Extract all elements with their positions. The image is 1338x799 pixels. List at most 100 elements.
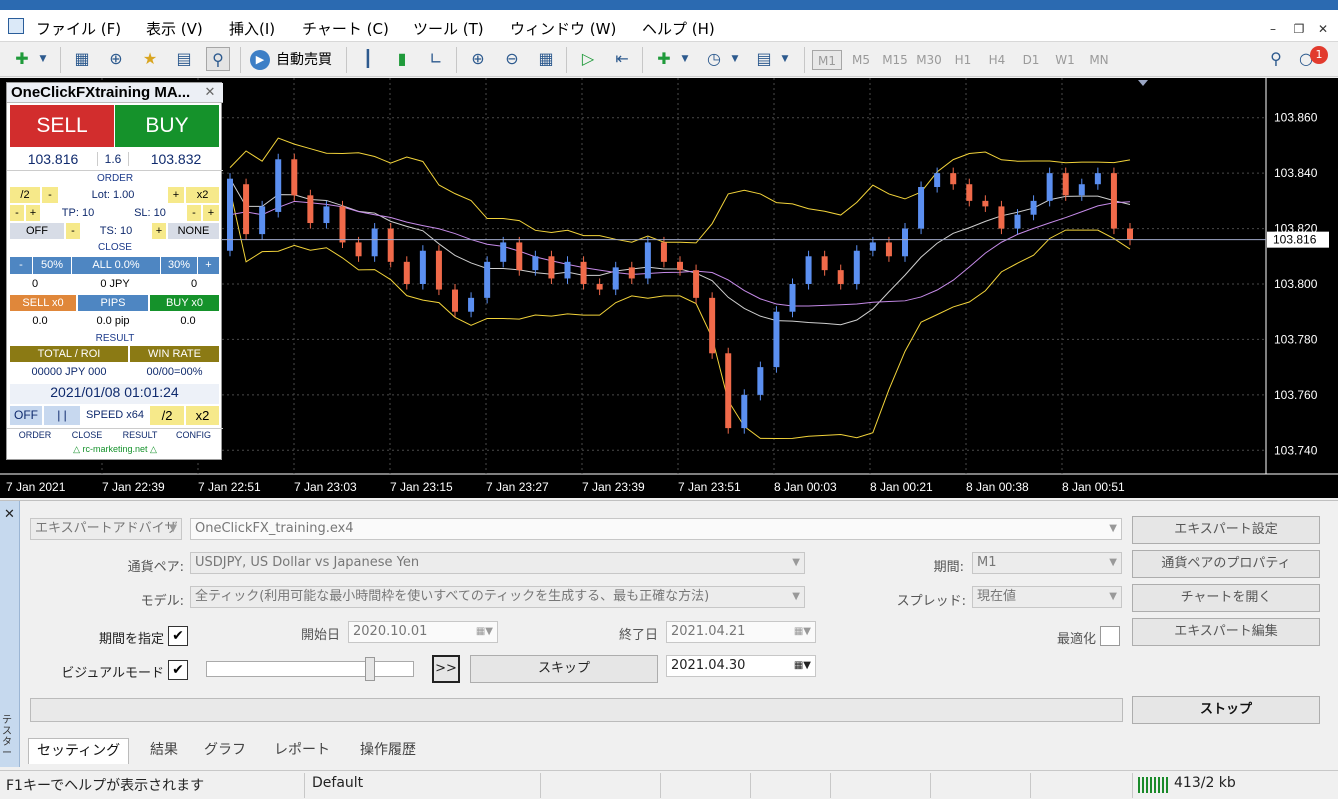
indicators-icon[interactable]: ✚ <box>652 47 676 71</box>
ts-off-button[interactable]: OFF <box>10 223 64 239</box>
nav-order-tab[interactable]: ORDER <box>10 430 60 440</box>
lot-double-button[interactable]: x2 <box>186 187 219 203</box>
menu-help[interactable]: ヘルプ (H) <box>642 18 715 39</box>
lot-half-button[interactable]: /2 <box>10 187 40 203</box>
pause-button[interactable]: | | <box>44 406 80 425</box>
menu-file[interactable]: ファイル (F) <box>36 18 121 39</box>
timeframe-w1[interactable]: W1 <box>1050 50 1080 70</box>
menu-window[interactable]: ウィンドウ (W) <box>510 18 616 39</box>
timeframe-h4[interactable]: H4 <box>982 50 1012 70</box>
timeframe-m1[interactable]: M1 <box>812 50 842 70</box>
optimize-checkbox[interactable] <box>1100 626 1120 646</box>
open-chart-button[interactable]: チャートを開く <box>1132 584 1320 612</box>
skip-to-date-input[interactable]: 2021.04.30 ▦▼ <box>666 655 816 677</box>
menu-tools[interactable]: ツール (T) <box>413 18 484 39</box>
timeframe-mn[interactable]: MN <box>1084 50 1114 70</box>
chevron-down-icon[interactable]: ▼ <box>778 47 792 71</box>
periods-icon[interactable]: ◷ <box>702 47 726 71</box>
edit-expert-button[interactable]: エキスパート編集 <box>1132 618 1320 646</box>
sell-button[interactable]: SELL <box>10 105 114 147</box>
pips-button[interactable]: PIPS <box>78 295 148 311</box>
crosshair-icon[interactable]: ⊕ <box>104 47 128 71</box>
tab-settings[interactable]: セッティング <box>28 738 130 764</box>
sl-plus-button[interactable]: + <box>203 205 219 221</box>
zoom-out-icon[interactable]: ⊖ <box>500 47 524 71</box>
menu-insert[interactable]: 挿入(I) <box>229 18 275 39</box>
speed-off-button[interactable]: OFF <box>10 406 42 425</box>
chart-shift-icon[interactable]: ⇤ <box>610 47 634 71</box>
timeframe-h1[interactable]: H1 <box>948 50 978 70</box>
symbol-properties-button[interactable]: 通貨ペアのプロパティ <box>1132 550 1320 578</box>
tp-minus-button[interactable]: - <box>10 205 24 221</box>
new-order-icon[interactable]: ✚ <box>10 47 34 71</box>
timeframe-m5[interactable]: M5 <box>846 50 876 70</box>
model-select[interactable]: 全ティック(利用可能な最小時間枠を使いすべてのティックを生成する、最も正確な方法… <box>190 586 805 608</box>
close-50-button[interactable]: 50% <box>33 257 71 274</box>
tab-journal[interactable]: 操作履歴 <box>352 738 424 764</box>
skip-button[interactable]: スキップ <box>470 655 658 683</box>
chevron-down-icon[interactable]: ▼ <box>678 47 692 71</box>
buy-button[interactable]: BUY <box>115 105 219 147</box>
timeframe-m15[interactable]: M15 <box>880 50 910 70</box>
close-icon[interactable]: ✕ <box>1312 20 1334 38</box>
tab-results[interactable]: 結果 <box>142 738 186 764</box>
templates-icon[interactable]: ▤ <box>752 47 776 71</box>
stop-button[interactable]: ストップ <box>1132 696 1320 724</box>
tp-plus-button[interactable]: + <box>26 205 40 221</box>
close-minus-button[interactable]: - <box>10 257 32 274</box>
use-date-checkbox[interactable]: ✔ <box>168 626 188 646</box>
expert-settings-button[interactable]: エキスパート設定 <box>1132 516 1320 544</box>
minimize-icon[interactable]: – <box>1262 20 1284 38</box>
expert-select[interactable]: OneClickFX_training.ex4 ▼ <box>190 518 1122 540</box>
nav-result-tab[interactable]: RESULT <box>114 430 166 440</box>
strategy-tester-icon[interactable]: ⚲ <box>206 47 230 71</box>
ts-none-button[interactable]: NONE <box>168 223 219 239</box>
period-select[interactable]: M1 ▼ <box>972 552 1122 574</box>
restore-icon[interactable]: ❐ <box>1288 20 1310 38</box>
lot-plus-button[interactable]: + <box>168 187 184 203</box>
ts-minus-button[interactable]: - <box>66 223 80 239</box>
end-date-input[interactable]: 2021.04.21 ▦▼ <box>666 621 816 643</box>
zoom-in-icon[interactable]: ⊕ <box>466 47 490 71</box>
bar-chart-icon[interactable]: ┃ <box>356 47 380 71</box>
type-select[interactable]: エキスパートアドバイザ ▼ <box>30 518 182 540</box>
tab-report[interactable]: レポート <box>266 738 338 764</box>
auto-scroll-icon[interactable]: ▷ <box>576 47 600 71</box>
start-date-input[interactable]: 2020.10.01 ▦▼ <box>348 621 498 643</box>
speed-double-button[interactable]: x2 <box>186 406 219 425</box>
speed-slider[interactable] <box>206 657 414 681</box>
menu-view[interactable]: 表示 (V) <box>146 18 203 39</box>
lot-minus-button[interactable]: - <box>42 187 58 203</box>
timeframe-m30[interactable]: M30 <box>914 50 944 70</box>
chevron-down-icon[interactable]: ▼ <box>36 47 50 71</box>
navigator-icon[interactable]: ▤ <box>172 47 196 71</box>
tab-graph[interactable]: グラフ <box>196 738 254 764</box>
notification-badge[interactable]: 1 <box>1310 46 1328 64</box>
close-plus-button[interactable]: + <box>198 257 219 274</box>
nav-config-tab[interactable]: CONFIG <box>168 430 219 440</box>
spread-select[interactable]: 現在値 ▼ <box>972 586 1122 608</box>
close-all-button[interactable]: ALL 0.0% <box>72 257 160 274</box>
close-30-button[interactable]: 30% <box>161 257 197 274</box>
fast-forward-button[interactable]: >> <box>432 655 460 683</box>
tester-close-icon[interactable]: ✕ <box>4 507 15 522</box>
panel-close-icon[interactable]: ✕ <box>201 84 219 100</box>
sl-minus-button[interactable]: - <box>187 205 201 221</box>
tile-windows-icon[interactable]: ▦ <box>534 47 558 71</box>
line-chart-icon[interactable]: ∟ <box>424 47 448 71</box>
speed-half-button[interactable]: /2 <box>150 406 184 425</box>
sell-positions-button[interactable]: SELL x0 <box>10 295 76 311</box>
auto-trading-button[interactable]: ▶ 自動売買 <box>250 47 332 73</box>
favorites-icon[interactable]: ★ <box>138 47 162 71</box>
nav-close-tab[interactable]: CLOSE <box>62 430 112 440</box>
ts-plus-button[interactable]: + <box>152 223 166 239</box>
candlestick-icon[interactable]: ▮ <box>390 47 414 71</box>
search-icon[interactable]: ⚲ <box>1264 47 1288 71</box>
timeframe-d1[interactable]: D1 <box>1016 50 1046 70</box>
buy-positions-button[interactable]: BUY x0 <box>150 295 219 311</box>
menu-chart[interactable]: チャート (C) <box>302 18 389 39</box>
chevron-down-icon[interactable]: ▼ <box>728 47 742 71</box>
visual-mode-checkbox[interactable]: ✔ <box>168 660 188 680</box>
symbol-select[interactable]: USDJPY, US Dollar vs Japanese Yen ▼ <box>190 552 805 574</box>
market-watch-icon[interactable]: ▦ <box>70 47 94 71</box>
